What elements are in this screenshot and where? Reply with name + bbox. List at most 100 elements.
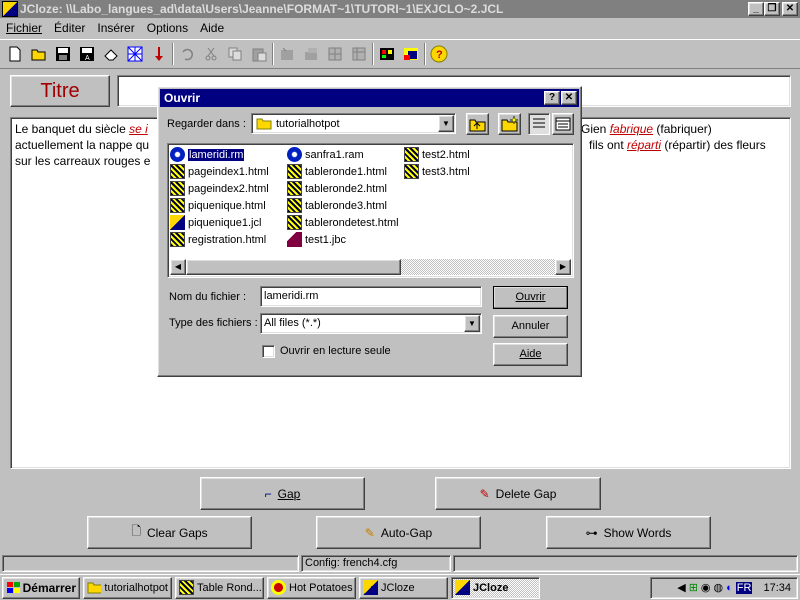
horizontal-scrollbar[interactable]: ◀ ▶ — [170, 259, 571, 275]
eraser-icon[interactable] — [100, 43, 122, 65]
save-icon[interactable] — [52, 43, 74, 65]
dialog-close-button[interactable]: ✕ — [561, 91, 577, 105]
task-jcloze-active[interactable]: JCloze — [451, 576, 540, 599]
file-item[interactable]: pageindex1.html — [170, 163, 269, 180]
chevron-down-icon[interactable]: ▼ — [438, 115, 454, 132]
undo-icon[interactable] — [176, 43, 198, 65]
palette-icon[interactable] — [376, 43, 398, 65]
webpage-icon — [404, 147, 419, 162]
delete-gap-button[interactable]: ✎ Delete Gap — [435, 477, 601, 510]
menu-aide[interactable]: Aide — [194, 18, 230, 38]
document-icon: 🗋 — [131, 524, 141, 538]
save-as-icon[interactable]: A — [76, 43, 98, 65]
web-icon[interactable] — [124, 43, 146, 65]
realmedia-icon — [170, 147, 185, 162]
webpage-icon — [170, 232, 185, 247]
open-button[interactable]: Ouvrir — [493, 286, 568, 309]
monitor-icon[interactable]: ◉ — [701, 581, 711, 594]
help-button[interactable]: Aide — [493, 343, 568, 366]
file-list[interactable]: lameridi.rm pageindex1.html pageindex2.h… — [167, 143, 574, 278]
file-item[interactable]: test1.jbc — [287, 231, 399, 248]
filename-input[interactable]: lameridi.rm — [260, 286, 482, 307]
webpage-icon — [287, 215, 302, 230]
tree-icon: ⊶ — [585, 525, 598, 540]
file-item[interactable]: tableronde3.html — [287, 197, 399, 214]
menu-options[interactable]: Options — [141, 18, 194, 38]
webpage-icon — [287, 181, 302, 196]
text-right-1: Gien fabrique (fabriquer) — [581, 122, 712, 136]
app-icon[interactable] — [2, 1, 18, 17]
menu-bar: Fichier Éditer Insérer Options Aide — [0, 18, 800, 38]
copy-icon[interactable] — [224, 43, 246, 65]
show-words-button[interactable]: ⊶ Show Words — [546, 516, 711, 549]
menu-editer[interactable]: Éditer — [48, 18, 91, 38]
speaker-icon[interactable]: ◀ — [677, 581, 685, 594]
filetype-select[interactable]: All files (*.*) ▼ — [260, 313, 482, 334]
paste-icon[interactable] — [248, 43, 270, 65]
toolbar-separator — [372, 43, 374, 65]
menu-fichier[interactable]: Fichier — [0, 18, 48, 38]
tool4-icon[interactable] — [348, 43, 370, 65]
minimize-button[interactable]: _ — [748, 2, 764, 16]
file-item[interactable]: test2.html — [404, 146, 470, 163]
webpage-icon — [170, 198, 185, 213]
chevron-down-icon[interactable]: ▼ — [464, 315, 480, 332]
file-item[interactable]: registration.html — [170, 231, 269, 248]
list-view-button[interactable] — [528, 113, 550, 135]
language-indicator[interactable]: FR — [735, 581, 753, 594]
dialog-help-button[interactable]: ? — [544, 91, 560, 105]
task-table-ronde[interactable]: Table Rond... — [175, 576, 264, 599]
file-item[interactable]: pageindex2.html — [170, 180, 269, 197]
gap-word[interactable]: réparti — [627, 138, 661, 152]
mouse-icon[interactable]: ◍ — [714, 581, 724, 594]
task-tutorialhotpot[interactable]: tutorialhotpot — [83, 576, 172, 599]
scroll-right-icon[interactable]: ▶ — [555, 259, 571, 275]
gap-word[interactable]: se i — [129, 122, 148, 136]
scrollbar-thumb[interactable] — [186, 259, 401, 275]
cut-icon[interactable] — [200, 43, 222, 65]
close-button[interactable]: ✕ — [782, 2, 798, 16]
down-arrow-icon[interactable] — [148, 43, 170, 65]
flag-icon[interactable] — [400, 43, 422, 65]
system-tray: ◀ ⊞ ◉ ◍ ◐ FR 17:34 — [650, 576, 798, 599]
maximize-button[interactable]: ❐ — [764, 2, 780, 16]
clear-gaps-button[interactable]: 🗋 Clear Gaps — [87, 516, 252, 549]
file-column-3: test2.html test3.html — [404, 146, 470, 180]
file-item[interactable]: tablerondetest.html — [287, 214, 399, 231]
open-icon[interactable] — [28, 43, 50, 65]
details-view-button[interactable] — [552, 113, 574, 135]
readonly-checkbox[interactable] — [262, 345, 275, 358]
gap-button[interactable]: ⌐ Gap — [200, 477, 365, 510]
file-item[interactable]: tableronde1.html — [287, 163, 399, 180]
webpage-icon — [404, 164, 419, 179]
webpage-icon — [287, 198, 302, 213]
up-folder-button[interactable] — [466, 113, 489, 135]
tool3-icon[interactable] — [324, 43, 346, 65]
menu-inserer[interactable]: Insérer — [91, 18, 140, 38]
look-in-select[interactable]: tutorialhotpot ▼ — [251, 113, 456, 134]
gap-icon: ⌐ — [264, 486, 272, 501]
new-folder-button[interactable] — [498, 113, 521, 135]
file-column-2: sanfra1.ram tableronde1.html tableronde2… — [287, 146, 399, 248]
task-jcloze-1[interactable]: JCloze — [359, 576, 448, 599]
auto-gap-button[interactable]: ✎ Auto-Gap — [316, 516, 481, 549]
tool1-icon[interactable] — [276, 43, 298, 65]
scroll-left-icon[interactable]: ◀ — [170, 259, 186, 275]
filetype-label: Type des fichiers : — [169, 317, 258, 329]
file-item[interactable]: tableronde2.html — [287, 180, 399, 197]
new-icon[interactable] — [4, 43, 26, 65]
help-icon[interactable]: ? — [428, 43, 450, 65]
task-hot-potatoes[interactable]: Hot Potatoes — [267, 576, 356, 599]
file-item[interactable]: piquenique1.jcl — [170, 214, 269, 231]
tool2-icon[interactable] — [300, 43, 322, 65]
cancel-button[interactable]: Annuler — [493, 315, 568, 338]
start-button[interactable]: Démarrer — [2, 576, 80, 599]
folder-icon — [87, 582, 102, 594]
network-icon[interactable]: ⊞ — [689, 581, 698, 594]
file-item[interactable]: lameridi.rm — [170, 146, 269, 163]
gap-word[interactable]: fabrique — [610, 122, 653, 136]
file-item[interactable]: piquenique.html — [170, 197, 269, 214]
file-item[interactable]: sanfra1.ram — [287, 146, 399, 163]
eye-icon[interactable]: ◐ — [726, 582, 733, 594]
file-item[interactable]: test3.html — [404, 163, 470, 180]
